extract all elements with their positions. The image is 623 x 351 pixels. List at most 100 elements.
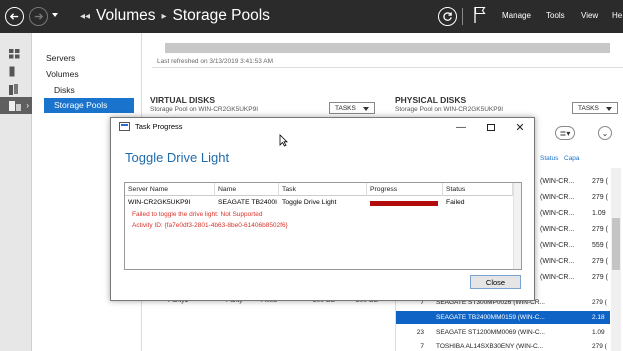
activity-id: Activity ID: {fa7e0df3-2801-4b63-8be0-61… <box>132 222 288 229</box>
column-status[interactable]: Status <box>540 155 558 162</box>
task-progress-dialog: Task Progress — ✕ Toggle Drive Light Ser… <box>110 117 535 301</box>
close-icon: ✕ <box>515 121 525 134</box>
disk-name: (WIN-CR... <box>540 258 575 265</box>
dropdown-arrow-icon <box>363 107 369 111</box>
disk-capacity: 279 ( <box>592 178 608 185</box>
tasks-label: TASKS <box>578 104 599 112</box>
column-name[interactable]: Name <box>215 183 279 196</box>
dialog-title: Task Progress <box>135 122 183 131</box>
disk-capacity: 1.09 <box>592 329 605 336</box>
virtual-disks-tasks-button[interactable]: TASKS <box>329 102 375 114</box>
task-server: WIN-CR2GK5UKP9I <box>128 199 191 206</box>
dropdown-arrow-icon <box>606 107 612 111</box>
list-item[interactable]: (WIN-CR... 279 ( <box>540 175 622 188</box>
table-row[interactable]: 7 TOSHIBA AL14SXB30ENY (WIN-C... 279 ( <box>396 340 610 351</box>
grid-header: Server Name Name Task Progress Status <box>125 183 521 196</box>
sidebar-item-volumes[interactable]: Volumes <box>46 67 79 82</box>
breadcrumb-storage-pools: Storage Pools <box>172 7 270 24</box>
physical-disks-header: Status Capa <box>540 155 580 162</box>
forward-button[interactable] <box>29 7 48 26</box>
menu-manage[interactable]: Manage <box>502 11 531 20</box>
minimize-button[interactable]: — <box>453 120 469 134</box>
slot-number: 7 <box>420 343 424 350</box>
column-server-name[interactable]: Server Name <box>125 183 215 196</box>
task-window-icon <box>119 122 130 131</box>
error-message: Failed to toggle the drive light: Not Su… <box>132 211 263 218</box>
disk-name: (WIN-CR... <box>540 226 575 233</box>
column-task[interactable]: Task <box>279 183 367 196</box>
toolbar-divider <box>462 8 463 25</box>
column-progress[interactable]: Progress <box>367 183 443 196</box>
close-button[interactable]: Close <box>470 275 521 289</box>
list-view-options-button[interactable]: ≣▾ <box>555 126 575 140</box>
disk-capacity: 279 ( <box>592 274 608 281</box>
notifications-flag-icon[interactable] <box>473 6 487 24</box>
disk-capacity: 2.18 <box>592 314 605 321</box>
disk-capacity: 279 ( <box>592 343 607 350</box>
list-item[interactable]: (WIN-CR... 279 ( <box>540 223 622 236</box>
task-progress-bar <box>370 201 438 206</box>
dashboard-icon <box>9 48 20 58</box>
disk-name: (WIN-CR... <box>540 194 575 201</box>
close-window-button[interactable]: ✕ <box>512 120 528 134</box>
vertical-scrollbar[interactable] <box>611 168 621 351</box>
disk-capacity: 1.09 <box>592 210 606 217</box>
rail-local-server[interactable] <box>0 63 32 80</box>
disk-capacity: 279 ( <box>592 299 607 306</box>
rail-all-servers[interactable] <box>0 81 32 98</box>
rail-dashboard[interactable] <box>0 45 32 62</box>
all-servers-icon <box>9 84 18 95</box>
title-bar: ◂◂ Volumes ▸ Storage Pools Manage Tools … <box>0 0 623 33</box>
list-item[interactable]: (WIN-CR... 1.09 <box>540 207 622 220</box>
maximize-button[interactable] <box>483 120 499 134</box>
table-row[interactable]: 23 SEAGATE ST1200MM0069 (WIN-C... 1.09 <box>396 326 610 339</box>
mouse-cursor-icon <box>279 134 288 147</box>
sidebar-item-storage-pools[interactable]: Storage Pools <box>44 98 134 113</box>
list-item[interactable]: (WIN-CR... 559 ( <box>540 239 622 252</box>
list-options-icon: ≣▾ <box>559 128 571 138</box>
slot-number: 23 <box>416 329 424 336</box>
horizontal-scrollbar[interactable] <box>165 43 610 53</box>
task-target: SEAGATE TB2400I <box>218 199 278 206</box>
physical-disks-tasks-button[interactable]: TASKS <box>572 102 618 114</box>
menu-help[interactable]: He <box>612 11 622 20</box>
table-row-selected[interactable]: SEAGATE TB2400MM0159 (WIN-C... 2.18 <box>396 311 610 324</box>
grid-scrollbar[interactable] <box>513 183 521 269</box>
column-status[interactable]: Status <box>443 183 513 196</box>
sidebar-item-servers[interactable]: Servers <box>46 51 75 66</box>
list-item[interactable]: (WIN-CR... 279 ( <box>540 271 622 284</box>
column-capacity[interactable]: Capa <box>564 155 580 162</box>
disk-name: (WIN-CR... <box>540 274 575 281</box>
arrow-left-icon <box>9 13 19 20</box>
chevron-down-icon: ⌄ <box>601 128 609 138</box>
minimize-icon: — <box>456 121 466 133</box>
menu-view[interactable]: View <box>581 11 598 20</box>
disk-capacity: 279 ( <box>592 194 608 201</box>
expand-button[interactable]: ⌄ <box>598 126 612 140</box>
history-dropdown-icon[interactable] <box>52 13 58 17</box>
breadcrumb-chevron-icon: ▸ <box>161 10 167 22</box>
disk-capacity: 279 ( <box>592 258 608 265</box>
file-storage-icon <box>9 100 21 111</box>
physical-disks-subtitle: Storage Pool on WIN-CR2GK5UKP9I <box>395 106 504 113</box>
task-row[interactable]: WIN-CR2GK5UKP9I SEAGATE TB2400I Toggle D… <box>125 197 521 209</box>
refresh-icon <box>443 12 452 21</box>
list-item[interactable]: (WIN-CR... 279 ( <box>540 255 622 268</box>
virtual-disks-subtitle: Storage Pool on WIN-CR2GK5UKP9I <box>150 106 259 113</box>
scrollbar-thumb[interactable] <box>612 218 620 270</box>
virtual-disks-title: VIRTUAL DISKS <box>150 95 216 105</box>
refresh-button[interactable] <box>438 7 457 26</box>
list-item[interactable]: (WIN-CR... 279 ( <box>540 191 622 204</box>
chevron-right-icon: › <box>26 101 29 110</box>
sidebar-item-disks[interactable]: Disks <box>54 83 75 98</box>
back-button[interactable] <box>5 7 24 26</box>
dialog-title-bar: Task Progress <box>119 122 183 131</box>
menu-tools[interactable]: Tools <box>546 11 565 20</box>
tasks-label: TASKS <box>335 104 356 112</box>
breadcrumb-volumes[interactable]: Volumes <box>96 7 155 25</box>
breadcrumb-separator-icon: ◂◂ <box>80 10 91 22</box>
disk-name: TOSHIBA AL14SXB30ENY (WIN-C... <box>436 343 544 350</box>
navigation-rail: › <box>0 33 32 351</box>
rail-file-storage[interactable]: › <box>0 97 32 114</box>
disk-capacity: 559 ( <box>592 242 608 249</box>
